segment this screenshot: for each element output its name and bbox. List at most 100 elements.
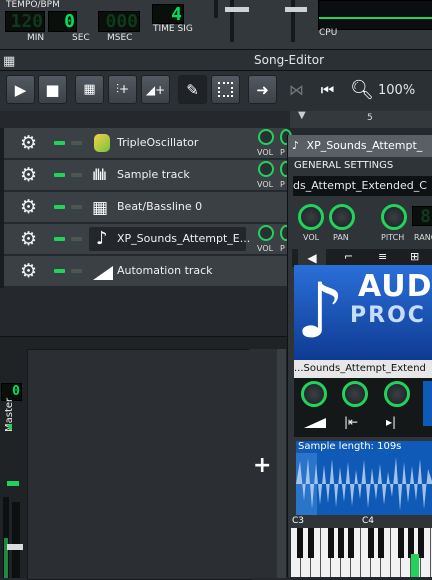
- cpu-label: CPU: [319, 28, 338, 38]
- zoom-level[interactable]: 100%: [378, 83, 415, 98]
- sec-display[interactable]: 0: [48, 11, 77, 32]
- tab-effects[interactable]: ≡: [378, 250, 387, 263]
- vol-knob[interactable]: [258, 225, 274, 241]
- track-name[interactable]: XP_Sounds_Attempt_E...: [117, 232, 250, 245]
- triple-oscillator-icon: [94, 134, 110, 152]
- add-mixer-channel-button[interactable]: +: [253, 453, 271, 478]
- track-name[interactable]: Sample track: [117, 168, 190, 181]
- note-logo-icon: ♪: [296, 266, 345, 355]
- rewind-button[interactable]: ⏮: [313, 75, 342, 104]
- track-row[interactable]: ⚙ ♪ XP_Sounds_Attempt_E... VOL P: [4, 224, 292, 255]
- piano-keyboard[interactable]: C3 C4: [291, 516, 432, 577]
- gear-icon[interactable]: ⚙: [20, 229, 37, 249]
- solo-toggle[interactable]: [71, 173, 82, 177]
- black-key[interactable]: [308, 528, 314, 558]
- black-key[interactable]: [338, 528, 344, 558]
- gear-icon[interactable]: ⚙: [20, 261, 37, 281]
- black-key[interactable]: [297, 528, 303, 558]
- loop-toggle[interactable]: [423, 381, 432, 426]
- mute-toggle[interactable]: [54, 141, 65, 145]
- logo-text-bottom: PROC: [350, 303, 426, 328]
- loop-points-button[interactable]: ⋈: [282, 75, 311, 104]
- instrument-titlebar[interactable]: ♪ XP_Sounds_Attempt_: [288, 135, 432, 157]
- solo-toggle[interactable]: [71, 237, 82, 241]
- track-row[interactable]: ⚙ ıllılı Sample track VOL P: [4, 160, 292, 191]
- note-icon: ♪: [292, 139, 300, 152]
- add-automation-track-button[interactable]: ◢+: [141, 75, 170, 104]
- timeline-ruler[interactable]: ▼ 5: [290, 110, 432, 128]
- add-beat-bassline-button[interactable]: ▦: [75, 75, 104, 104]
- gear-icon[interactable]: ⚙: [20, 197, 37, 217]
- instrument-name-value: ds_Attempt_Extended_C: [293, 179, 427, 192]
- black-key[interactable]: [398, 528, 404, 558]
- min-label: MIN: [27, 33, 45, 43]
- add-sample-track-button[interactable]: ⫶+: [108, 75, 137, 104]
- black-key[interactable]: [378, 528, 384, 558]
- mute-toggle[interactable]: [54, 269, 65, 273]
- track-row[interactable]: ⚙ Automation track: [4, 256, 287, 287]
- song-editor-empty-area: [0, 288, 287, 336]
- track-grip-bar: [0, 128, 4, 288]
- gear-icon[interactable]: ⚙: [20, 133, 37, 153]
- playhead-marker[interactable]: ▼: [298, 110, 306, 121]
- select-mode-button[interactable]: [211, 75, 240, 104]
- track-name[interactable]: Beat/Bassline 0: [117, 200, 202, 213]
- instrument-name-field[interactable]: ds_Attempt_Extended_C: [293, 176, 432, 196]
- master-fader-handle[interactable]: [7, 544, 23, 550]
- track-row[interactable]: ⚙ ▦ Beat/Bassline 0: [4, 192, 287, 223]
- master-volume-handle[interactable]: [225, 7, 249, 12]
- logo-text-top: AUDI: [358, 269, 432, 304]
- timesig-display[interactable]: 4: [152, 4, 184, 25]
- end-point-icon: ▸|: [386, 415, 397, 429]
- tab-midi[interactable]: ⊞: [410, 250, 419, 263]
- mixer-channel-area: [27, 349, 251, 580]
- master-volume-slider[interactable]: [214, 0, 218, 18]
- arrow-right-icon: ➜: [256, 80, 269, 99]
- tempo-display[interactable]: 120: [5, 11, 45, 32]
- tab-envelope[interactable]: ⌐: [344, 250, 353, 263]
- mixer-scrollbar[interactable]: [277, 349, 286, 578]
- solo-toggle[interactable]: [71, 269, 82, 273]
- master-pitch-handle[interactable]: [285, 7, 307, 12]
- sample-file-field[interactable]: ...Sounds_Attempt_Extend: [294, 360, 432, 378]
- draw-mode-button[interactable]: ✎: [178, 75, 207, 104]
- master-mute-led[interactable]: [9, 424, 12, 430]
- mute-toggle[interactable]: [54, 173, 65, 177]
- pan-label: PAN: [333, 233, 349, 242]
- start-point-knob[interactable]: [342, 381, 368, 407]
- black-key[interactable]: [348, 528, 354, 558]
- tempo-label: TEMPO/BPM: [6, 0, 60, 10]
- amplify-knob[interactable]: [301, 381, 327, 407]
- follow-playhead-button[interactable]: ➜: [248, 75, 277, 104]
- solo-toggle[interactable]: [71, 141, 82, 145]
- msec-display[interactable]: 000: [98, 11, 140, 32]
- base-note-marker[interactable]: [411, 554, 419, 577]
- stop-button[interactable]: ■: [38, 75, 67, 104]
- gear-icon[interactable]: ⚙: [20, 165, 37, 185]
- end-point-knob[interactable]: [384, 381, 410, 407]
- track-name[interactable]: TripleOscillator: [117, 136, 198, 149]
- vol-knob[interactable]: [258, 161, 274, 177]
- waveform-add-icon: ⫶+: [115, 82, 130, 96]
- pan-label: P: [280, 244, 285, 253]
- sample-waveform[interactable]: Sample length: 109s: [296, 441, 432, 515]
- master-active-led[interactable]: [7, 481, 19, 486]
- solo-toggle[interactable]: [71, 205, 82, 209]
- mute-toggle[interactable]: [54, 237, 65, 241]
- play-button[interactable]: ▶: [6, 75, 35, 104]
- volume-label: VOL: [303, 233, 320, 242]
- sample-file-name: ...Sounds_Attempt_Extend: [294, 363, 426, 374]
- msec-label: MSEC: [107, 33, 133, 43]
- black-key[interactable]: [328, 528, 334, 558]
- octave-labels: C3 C4: [291, 516, 432, 528]
- pitch-range-display[interactable]: 8: [412, 206, 432, 227]
- master-fader-track[interactable]: [12, 502, 20, 578]
- instrument-pitch-knob[interactable]: [381, 204, 407, 230]
- instrument-volume-knob[interactable]: [298, 204, 324, 230]
- track-name[interactable]: Automation track: [117, 264, 213, 277]
- black-key[interactable]: [368, 528, 374, 558]
- instrument-pan-knob[interactable]: [329, 204, 355, 230]
- vol-knob[interactable]: [258, 129, 274, 145]
- mute-toggle[interactable]: [54, 205, 65, 209]
- track-row[interactable]: ⚙ TripleOscillator VOL P: [4, 128, 292, 159]
